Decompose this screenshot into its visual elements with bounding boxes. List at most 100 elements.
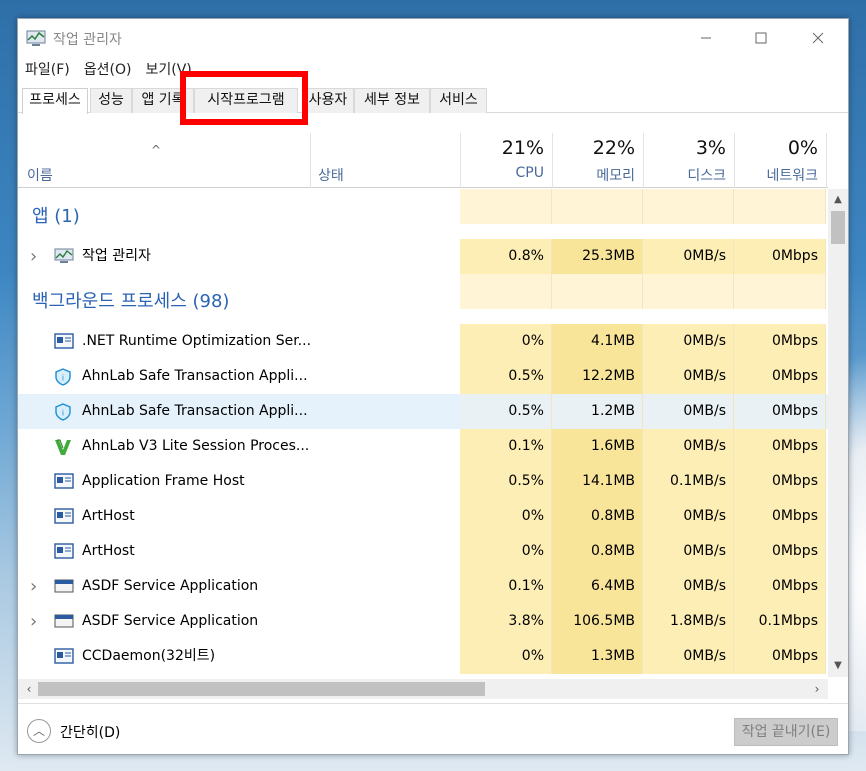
startup-tab-highlight (180, 71, 308, 125)
process-row[interactable]: CCDaemon(32비트) 0% 1.3MB 0MB/s 0Mbps (18, 639, 828, 674)
close-icon (812, 32, 824, 44)
scroll-right-icon[interactable]: › (808, 679, 826, 699)
tab-services[interactable]: 서비스 (430, 88, 487, 113)
svg-text:i: i (62, 374, 64, 383)
memory-value: 1.2MB (591, 403, 635, 419)
memory-value: 1.6MB (591, 438, 635, 454)
disk-value: 0.1MB/s (670, 473, 726, 489)
process-row[interactable]: i AhnLab Safe Transaction Appli... 0.5% 12.… (18, 359, 828, 394)
expand-chevron-icon[interactable]: › (30, 569, 37, 604)
disk-value: 0MB/s (683, 578, 726, 594)
process-row[interactable]: › ASDF Service Application 3.8% 106.5MB 1.8M… (18, 604, 828, 639)
task-manager-icon (26, 30, 46, 46)
cpu-percent[interactable]: 21% (460, 137, 544, 159)
process-name: AhnLab Safe Transaction Appli... (82, 403, 308, 419)
network-value: 0Mbps (771, 473, 818, 489)
title-bar[interactable]: 작업 관리자 (18, 19, 848, 57)
memory-percent[interactable]: 22% (552, 137, 635, 159)
scroll-left-icon[interactable]: ‹ (20, 679, 38, 699)
window-app-icon (54, 648, 74, 664)
menu-options[interactable]: 옵션(O) (77, 59, 139, 81)
expand-chevron-icon[interactable]: › (30, 239, 37, 274)
close-button[interactable] (790, 19, 846, 57)
column-cpu[interactable]: CPU (460, 165, 544, 181)
memory-value: 106.5MB (573, 613, 635, 629)
cpu-value: 0.5% (508, 403, 544, 419)
process-row[interactable]: Application Frame Host 0.5% 14.1MB 0.1MB/s 0… (18, 464, 828, 499)
process-name: 작업 관리자 (82, 248, 151, 264)
vertical-scrollbar[interactable]: ▲ ▼ (828, 189, 848, 677)
disk-value: 0MB/s (683, 333, 726, 349)
service-app-icon (54, 613, 74, 629)
expand-chevron-icon[interactable]: › (30, 604, 37, 639)
disk-value: 1.8MB/s (670, 613, 726, 629)
column-disk[interactable]: 디스크 (643, 165, 726, 185)
memory-value: 25.3MB (582, 248, 635, 264)
process-name: AhnLab Safe Transaction Appli... (82, 368, 308, 384)
horizontal-scrollbar[interactable]: ‹ › (18, 679, 828, 699)
column-network[interactable]: 네트워크 (734, 165, 818, 185)
scroll-down-icon[interactable]: ▼ (828, 657, 848, 675)
process-name: .NET Runtime Optimization Ser... (82, 333, 312, 349)
shield-icon: i (54, 403, 72, 421)
process-list: 앱 (1) › 작업 관리자 0.8% 25.3MB 0MB/s 0Mbps 백그라운드 프로… (18, 189, 828, 677)
process-name: CCDaemon(32비트) (82, 648, 216, 664)
window-app-icon (54, 473, 74, 489)
svg-text:i: i (62, 409, 64, 418)
network-value: 0Mbps (771, 508, 818, 524)
tab-details[interactable]: 세부 정보 (354, 88, 430, 113)
minimize-icon (701, 37, 711, 39)
collapse-button[interactable]: 간단히(D) (60, 722, 120, 742)
memory-value: 14.1MB (582, 473, 635, 489)
process-row[interactable]: AhnLab V3 Lite Session Proces... 0.1% 1.6M… (18, 429, 828, 464)
window-app-icon (54, 543, 74, 559)
process-row[interactable]: › 작업 관리자 0.8% 25.3MB 0MB/s 0Mbps (18, 239, 828, 274)
network-percent[interactable]: 0% (734, 137, 818, 159)
v3-icon (54, 438, 72, 455)
process-row[interactable]: .NET Runtime Optimization Ser... 0% 4.1MB 0… (18, 324, 828, 359)
memory-value: 4.1MB (591, 333, 635, 349)
tab-processes[interactable]: 프로세스 (22, 88, 88, 114)
process-name: AhnLab V3 Lite Session Proces... (82, 438, 310, 454)
tab-users[interactable]: 사용자 (302, 88, 354, 113)
column-memory[interactable]: 메모리 (552, 165, 635, 185)
process-name: ArtHost (82, 508, 135, 524)
disk-value: 0MB/s (683, 508, 726, 524)
group-apps: 앱 (1) (18, 189, 828, 244)
vertical-scroll-thumb[interactable] (831, 211, 845, 244)
process-row[interactable]: i AhnLab Safe Transaction Appli... 0.5% 1.2… (18, 394, 828, 429)
menu-file[interactable]: 파일(F) (18, 59, 77, 81)
process-row[interactable]: ArtHost 0% 0.8MB 0MB/s 0Mbps (18, 499, 828, 534)
process-name: ASDF Service Application (82, 613, 259, 629)
minimize-button[interactable] (678, 19, 734, 57)
group-background: 백그라운드 프로세스 (98) (18, 274, 828, 329)
sort-up-icon: ^ (151, 143, 162, 157)
column-status[interactable]: 상태 (318, 165, 344, 185)
chevron-up-icon[interactable]: ︿ (27, 719, 51, 743)
disk-value: 0MB/s (683, 368, 726, 384)
network-value: 0Mbps (771, 578, 818, 594)
disk-value: 0MB/s (683, 248, 726, 264)
shield-icon: i (54, 368, 72, 386)
menu-bar: 파일(F) 옵션(O) 보기(V) (18, 59, 848, 81)
tab-bar: 프로세스 성능 앱 기록 시작프로그램 사용자 세부 정보 서비스 (18, 88, 848, 114)
group-label: 앱 (1) (32, 206, 80, 227)
maximize-button[interactable] (733, 19, 789, 57)
memory-value: 12.2MB (582, 368, 635, 384)
cpu-value: 0% (521, 508, 544, 524)
maximize-icon (755, 32, 767, 44)
process-row[interactable]: ArtHost 0% 0.8MB 0MB/s 0Mbps (18, 534, 828, 569)
disk-value: 0MB/s (683, 438, 726, 454)
memory-value: 1.3MB (591, 648, 635, 664)
end-task-button[interactable]: 작업 끝내기(E) (734, 718, 838, 746)
disk-value: 0MB/s (683, 543, 726, 559)
process-row[interactable]: › ASDF Service Application 0.1% 6.4MB 0MB/s 0… (18, 569, 828, 604)
memory-value: 0.8MB (591, 508, 635, 524)
disk-percent[interactable]: 3% (643, 137, 726, 159)
disk-value: 0MB/s (683, 403, 726, 419)
horizontal-scroll-thumb[interactable] (38, 682, 485, 696)
cpu-value: 0% (521, 648, 544, 664)
scroll-up-icon[interactable]: ▲ (828, 191, 848, 209)
tab-performance[interactable]: 성능 (90, 88, 132, 113)
column-name[interactable]: 이름 (27, 165, 53, 185)
